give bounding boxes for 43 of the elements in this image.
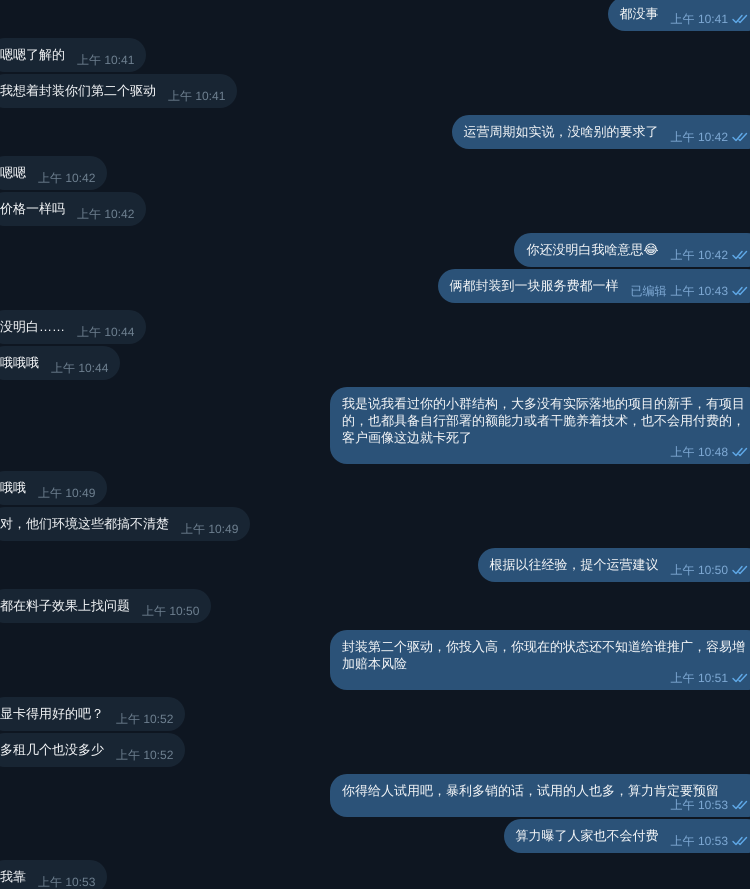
message-text: 算力曝了人家也不会付费	[516, 827, 659, 844]
message-text: 对，他们环境这些都搞不清楚	[0, 515, 169, 532]
message-time: 上午 10:50	[142, 605, 200, 617]
message-time: 上午 10:52	[116, 749, 174, 761]
message-time: 上午 10:52	[116, 713, 174, 725]
message-text: 价格一样吗	[0, 200, 65, 217]
message-time: 上午 10:42	[38, 172, 96, 184]
message-text: 没明白……	[0, 318, 65, 335]
message-time: 上午 10:43	[670, 285, 728, 297]
message-time: 上午 10:42	[670, 131, 728, 143]
message-text: 哦哦哦	[0, 354, 39, 371]
message-text: 显卡得用好的吧？	[0, 705, 104, 722]
message-time: 上午 10:53	[670, 835, 728, 847]
message-text: 嗯嗯	[0, 164, 26, 181]
message-text: 根据以往经验，提个运营建议	[490, 556, 659, 573]
message-text: 哦哦	[0, 479, 26, 496]
message-time: 上午 10:49	[38, 487, 96, 499]
message-time: 上午 10:49	[181, 523, 238, 535]
message-time: 上午 10:41	[168, 90, 226, 102]
message-text: 都在料子效果上找问题	[0, 597, 130, 614]
message-text: 我想着封装你们第二个驱动	[0, 82, 156, 99]
message-text: 都没事	[620, 5, 659, 22]
message-time: 上午 10:41	[77, 54, 134, 66]
message-time: 上午 10:41	[670, 13, 728, 25]
edited-label: 已编辑	[630, 285, 667, 297]
message-text: 嗯嗯了解的	[0, 46, 65, 63]
message-text: 封装第二个驱动，你投入高，你现在的状态还不知道给谁推广，容易增加赔本风险	[342, 638, 746, 672]
message-time: 上午 10:51	[670, 672, 728, 684]
message-time: 上午 10:44	[51, 362, 108, 374]
message-time: 上午 10:42	[670, 249, 728, 261]
message-text: 多租几个也没多少	[0, 741, 104, 758]
message-text: 俩都封装到一块服务费都一样	[450, 277, 619, 294]
message-time: 上午 10:48	[670, 446, 728, 458]
message-time: 上午 10:50	[670, 564, 728, 576]
message-time: 上午 10:53	[38, 876, 96, 888]
message-time: 上午 10:53	[670, 799, 728, 811]
message-text: 我靠	[0, 868, 26, 885]
message-time: 上午 10:44	[77, 326, 134, 338]
message-text: 运营周期如实说，没啥别的要求了	[464, 123, 659, 140]
message-text: 我是说我看过你的小群结构，大多没有实际落地的项目的新手，有项目的，也都具备自行部署的额能力或者干脆养着技术，也不会用付费的，客户画像这边就卡死了	[342, 395, 746, 446]
message-time: 上午 10:42	[77, 208, 134, 220]
message-text: 你得给人试用吧，暴利多销的话，试用的人也多，算力肯定要预留	[342, 782, 720, 799]
message-text: 你还没明白我啥意思😂	[526, 241, 659, 258]
